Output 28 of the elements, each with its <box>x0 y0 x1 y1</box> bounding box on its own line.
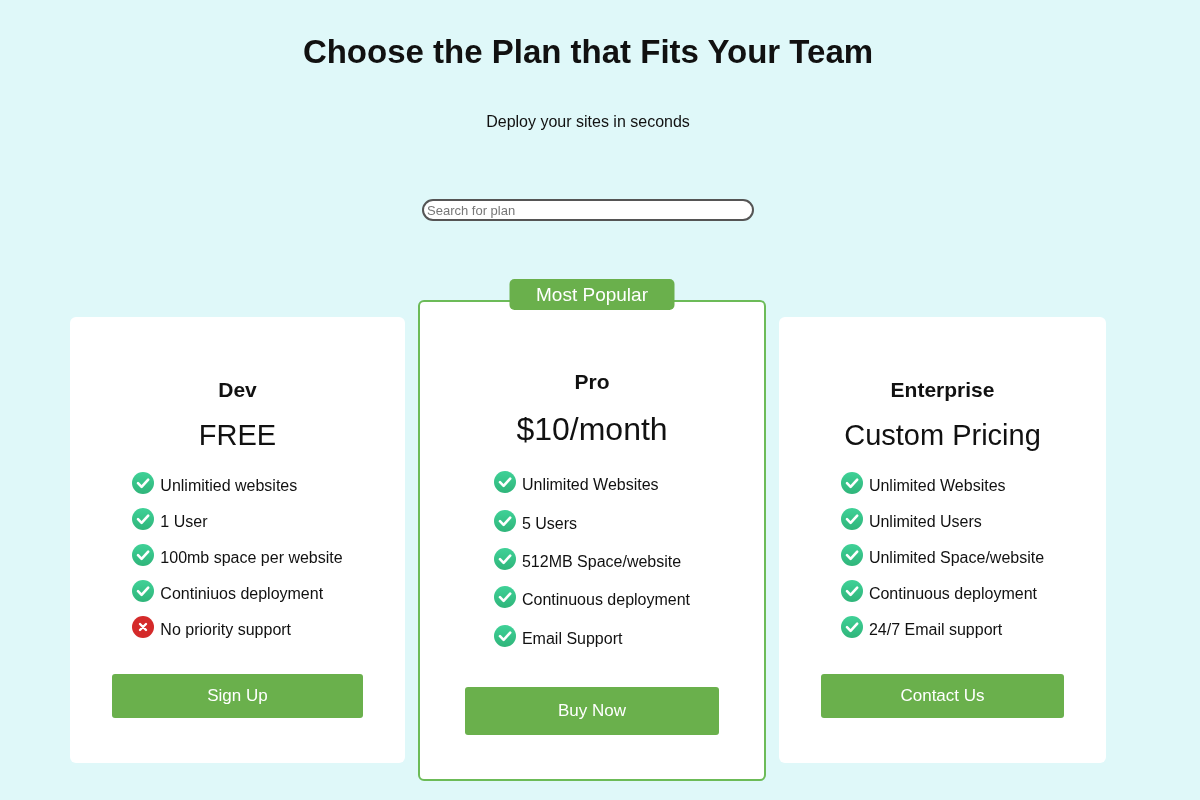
feature-text: 24/7 Email support <box>868 620 1003 641</box>
plan-name: Dev <box>218 377 257 404</box>
feature-text: Unlimited Users <box>868 512 982 533</box>
action-button[interactable]: Buy Now <box>465 686 719 735</box>
feature-text: Unlimited Websites <box>868 476 1006 497</box>
plan-price: FREE <box>198 418 277 454</box>
feature-text: 512MB Space/website <box>521 551 682 572</box>
action-button[interactable]: Sign Up <box>112 674 363 719</box>
feature-text: 5 Users <box>521 513 578 534</box>
action-button[interactable]: Contact Us <box>821 674 1064 719</box>
plan-badge: Most Popular <box>509 279 675 310</box>
feature-text: Unlimited Websites <box>521 475 659 496</box>
feature-text: Email Support <box>521 628 623 649</box>
plan-price: Custom Pricing <box>844 418 1041 454</box>
plan-name: Enterprise <box>890 377 995 404</box>
feature-text: Continuous deployment <box>521 590 691 611</box>
plan-price: $10/month <box>516 410 668 449</box>
feature-text: No priority support <box>160 620 292 641</box>
plan-name: Pro <box>574 369 610 395</box>
feature-text: 100mb space per website <box>160 548 343 569</box>
page-subtitle: Deploy your sites in seconds <box>486 112 690 132</box>
feature-text: Continuous deployment <box>868 584 1037 605</box>
search-field[interactable]: Search for plan <box>422 199 754 221</box>
feature-text: 1 User <box>160 512 208 533</box>
feature-text: Continiuos deployment <box>160 584 324 605</box>
page-title: Choose the Plan that Fits Your Team <box>302 32 874 72</box>
feature-text: Unlimited Space/website <box>868 548 1045 569</box>
feature-text: Unlimitied websites <box>160 476 298 497</box>
